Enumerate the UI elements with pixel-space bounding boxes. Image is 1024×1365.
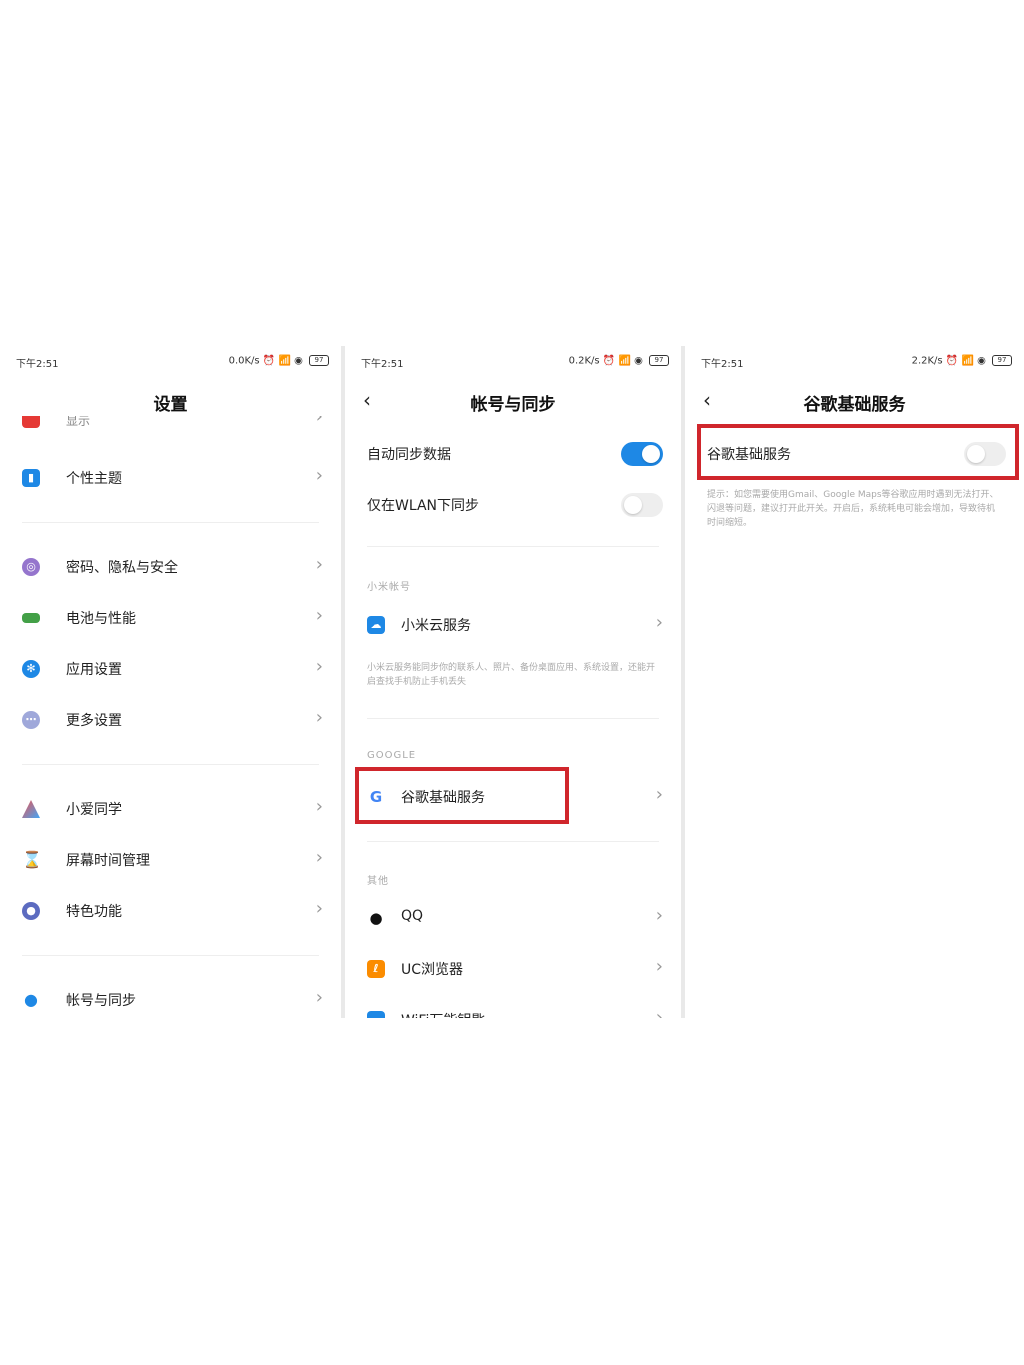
chevron-right-icon: › (655, 956, 663, 977)
google-icon: G (367, 788, 385, 806)
wifi-icon (367, 1011, 385, 1018)
fingerprint-icon: ◎ (22, 558, 40, 576)
wlan-only-toggle[interactable] (621, 493, 663, 517)
settings-item-battery[interactable]: 电池与性能 › (0, 596, 341, 640)
status-indicators: 0.2K/s ⏰ 📶 ◉ 97 (569, 355, 669, 367)
status-indicators: 0.0K/s ⏰ 📶 ◉ 97 (229, 355, 329, 367)
battery-icon: 97 (309, 355, 329, 366)
chevron-right-icon: › (315, 898, 323, 919)
chevron-right-icon: › (655, 612, 663, 633)
divider (367, 718, 659, 719)
divider (367, 841, 659, 842)
google-basic-services-screen: 下午2:51 2.2K/s ⏰ 📶 ◉ 97 ‹ 谷歌基础服务 谷歌基础服务 提… (685, 346, 1024, 1018)
chevron-right-icon: › (655, 905, 663, 926)
settings-item-apps[interactable]: ✻ 应用设置 › (0, 647, 341, 691)
status-bar: 下午2:51 0.2K/s ⏰ 📶 ◉ 97 (361, 354, 669, 370)
settings-item-assistant[interactable]: 小爱同学 › (0, 787, 341, 831)
battery-icon (22, 613, 40, 623)
settings-item-display-partial[interactable]: 显示 › (0, 416, 341, 436)
settings-item-theme[interactable]: ▮ 个性主题 › (0, 456, 341, 500)
settings-item-screen-time[interactable]: ⌛ 屏幕时间管理 › (0, 838, 341, 882)
auto-sync-row[interactable]: 自动同步数据 (345, 432, 681, 476)
divider (22, 955, 319, 956)
feature-icon: ● (22, 902, 40, 920)
mi-cloud-description: 小米云服务能同步你的联系人、照片、备份桌面应用、系统设置，还能开启查找手机防止手… (367, 663, 656, 687)
page-title: 谷歌基础服务 (803, 395, 906, 415)
display-icon (22, 416, 40, 428)
gear-icon: ✻ (22, 660, 40, 678)
penguin-icon: ● (367, 909, 385, 927)
google-basic-services-row[interactable]: G 谷歌基础服务 › (345, 775, 681, 819)
hint-text: 提示：如您需要使用Gmail、Google Maps等谷歌应用时遇到无法打开、闪… (707, 490, 999, 528)
settings-screen: 下午2:51 0.0K/s ⏰ 📶 ◉ 97 设置 显示 › ▮ 个性主题 › … (0, 346, 341, 1018)
status-indicators: 2.2K/s ⏰ 📶 ◉ 97 (912, 355, 1012, 367)
page-title: 设置 (153, 395, 188, 415)
toggle-knob (642, 445, 660, 463)
chevron-right-icon: › (315, 796, 323, 817)
status-time: 下午2:51 (361, 359, 404, 370)
google-basic-services-toggle-row[interactable]: 谷歌基础服务 (685, 432, 1024, 476)
cloud-icon: ☁ (367, 616, 385, 634)
chevron-right-icon: › (655, 784, 663, 805)
qq-row[interactable]: ● QQ › (345, 896, 681, 940)
more-icon: ⋯ (22, 711, 40, 729)
account-sync-screen: 下午2:51 0.2K/s ⏰ 📶 ◉ 97 ‹ 帐号与同步 自动同步数据 仅在… (345, 346, 681, 1018)
chevron-right-icon: › (315, 987, 323, 1008)
assistant-icon (22, 800, 40, 818)
status-time: 下午2:51 (16, 359, 59, 370)
chevron-right-icon: › (315, 465, 323, 486)
toggle-knob (624, 496, 642, 514)
divider (22, 764, 319, 765)
divider (22, 522, 319, 523)
google-basic-services-toggle[interactable] (964, 442, 1006, 466)
mi-cloud-row[interactable]: ☁ 小米云服务 › (345, 603, 681, 647)
squirrel-icon: ℓ (367, 960, 385, 978)
section-label-other: 其他 (367, 876, 389, 887)
battery-icon: 97 (649, 355, 669, 366)
status-bar: 下午2:51 2.2K/s ⏰ 📶 ◉ 97 (701, 354, 1012, 370)
section-label-mi-account: 小米帐号 (367, 582, 411, 593)
chevron-right-icon: › (315, 605, 323, 626)
chevron-right-icon: › (315, 847, 323, 868)
screenshot-strip: 下午2:51 0.0K/s ⏰ 📶 ◉ 97 设置 显示 › ▮ 个性主题 › … (0, 346, 1024, 1018)
status-bar: 下午2:51 0.0K/s ⏰ 📶 ◉ 97 (16, 354, 329, 370)
battery-icon: 97 (992, 355, 1012, 366)
chevron-right-icon: › (315, 707, 323, 728)
page-title: 帐号与同步 (470, 395, 556, 415)
section-label-google: GOOGLE (367, 750, 417, 761)
uc-browser-row[interactable]: ℓ UC浏览器 › (345, 947, 681, 991)
chevron-right-icon: › (315, 554, 323, 575)
auto-sync-toggle[interactable] (621, 442, 663, 466)
settings-item-more[interactable]: ⋯ 更多设置 › (0, 698, 341, 742)
theme-icon: ▮ (22, 469, 40, 487)
account-icon: ● (24, 990, 38, 1009)
toggle-knob (967, 445, 985, 463)
settings-item-features[interactable]: ● 特色功能 › (0, 889, 341, 933)
wlan-only-row[interactable]: 仅在WLAN下同步 (345, 483, 681, 527)
settings-item-account-sync[interactable]: ● 帐号与同步 › (0, 978, 341, 1018)
hourglass-icon: ⌛ (22, 850, 42, 869)
status-time: 下午2:51 (701, 359, 744, 370)
chevron-right-icon: › (315, 656, 323, 677)
wifi-key-row[interactable]: WiFi万能钥匙 › (345, 998, 681, 1018)
settings-item-security[interactable]: ◎ 密码、隐私与安全 › (0, 545, 341, 589)
chevron-right-icon: › (655, 1007, 663, 1018)
divider (367, 546, 659, 547)
chevron-right-icon: › (315, 416, 323, 427)
